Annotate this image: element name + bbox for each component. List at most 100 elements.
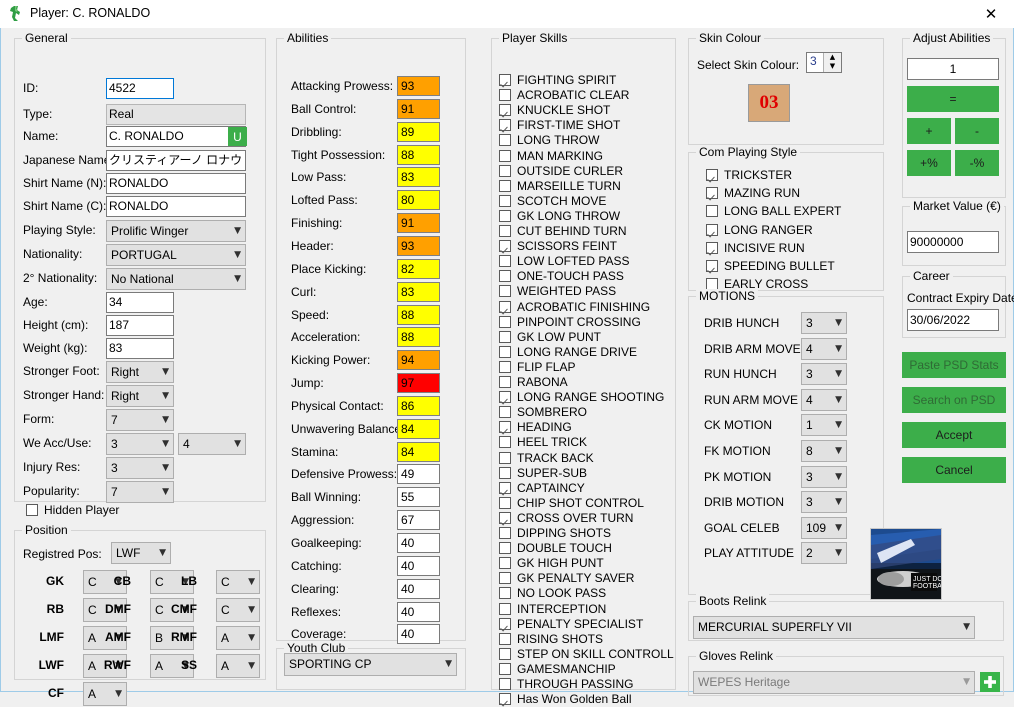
player-skill-22[interactable]: SOMBRERO xyxy=(499,404,587,420)
player-skill-10[interactable]: CUT BEHIND TURN xyxy=(499,223,627,239)
ability-value-22[interactable]: 40 xyxy=(397,579,440,599)
ability-value-12[interactable]: 94 xyxy=(397,350,440,370)
general-combo-15[interactable]: 3▼ xyxy=(106,433,174,455)
paste-psd-stats-button[interactable]: Paste PSD Stats xyxy=(902,352,1006,378)
com-style-2[interactable]: LONG BALL EXPERT xyxy=(706,203,841,219)
position-combo-SS[interactable]: A▼ xyxy=(216,654,260,678)
ability-value-14[interactable]: 86 xyxy=(397,396,440,416)
player-skill-14[interactable]: WEIGHTED PASS xyxy=(499,283,616,299)
general-combo-12[interactable]: Right▼ xyxy=(106,361,174,383)
player-skill-31[interactable]: DOUBLE TOUCH xyxy=(499,540,612,556)
close-icon[interactable]: ✕ xyxy=(968,0,1014,28)
position-combo-CF[interactable]: A▼ xyxy=(83,682,127,706)
gloves-relink-combo[interactable]: WEPES Heritage ▼ xyxy=(693,671,975,694)
player-skill-15[interactable]: ACROBATIC FINISHING xyxy=(499,299,650,315)
player-skill-8[interactable]: SCOTCH MOVE xyxy=(499,193,606,209)
player-skill-34[interactable]: NO LOOK PASS xyxy=(499,585,606,601)
ability-value-20[interactable]: 40 xyxy=(397,533,440,553)
spinner-down-icon[interactable]: ▼ xyxy=(824,62,841,71)
increase-percent-button[interactable]: +% xyxy=(907,150,951,176)
player-skill-16[interactable]: PINPOINT CROSSING xyxy=(499,314,641,330)
com-style-3[interactable]: LONG RANGER xyxy=(706,222,813,238)
spinner-buttons[interactable]: ▲ ▼ xyxy=(823,53,841,72)
ability-value-1[interactable]: 91 xyxy=(397,99,440,119)
com-style-4[interactable]: INCISIVE RUN xyxy=(706,240,805,256)
general-input-10[interactable]: 187 xyxy=(106,315,174,336)
general-combo-8[interactable]: No National▼ xyxy=(106,268,246,290)
general-input-11[interactable]: 83 xyxy=(106,338,174,359)
player-skill-35[interactable]: INTERCEPTION xyxy=(499,601,606,617)
general-combo-13[interactable]: Right▼ xyxy=(106,385,174,407)
ability-value-15[interactable]: 84 xyxy=(397,419,440,439)
general-input-1[interactable]: Real xyxy=(106,104,246,125)
player-skill-33[interactable]: GK PENALTY SAVER xyxy=(499,570,634,586)
search-on-psd-button[interactable]: Search on PSD xyxy=(902,387,1006,413)
player-skill-2[interactable]: KNUCKLE SHOT xyxy=(499,102,610,118)
skin-colour-spinner[interactable]: 3 ▲ ▼ xyxy=(806,52,842,73)
general-combo-14[interactable]: 7▼ xyxy=(106,409,174,431)
ability-value-4[interactable]: 83 xyxy=(397,167,440,187)
boots-relink-combo[interactable]: MERCURIAL SUPERFLY VII ▼ xyxy=(693,616,975,639)
ability-value-17[interactable]: 49 xyxy=(397,464,440,484)
ability-value-3[interactable]: 88 xyxy=(397,145,440,165)
add-glove-button[interactable] xyxy=(980,672,1000,692)
player-skill-38[interactable]: STEP ON SKILL CONTROLL xyxy=(499,646,674,662)
contract-expiry-input[interactable]: 30/06/2022 xyxy=(907,309,999,331)
ability-value-6[interactable]: 91 xyxy=(397,213,440,233)
player-skill-29[interactable]: CROSS OVER TURN xyxy=(499,510,633,526)
player-skill-25[interactable]: TRACK BACK xyxy=(499,450,594,466)
ability-value-2[interactable]: 89 xyxy=(397,122,440,142)
spinner-up-icon[interactable]: ▲ xyxy=(824,53,841,62)
motion-combo-4[interactable]: 1▼ xyxy=(801,414,847,436)
general-input-4[interactable]: RONALDO xyxy=(106,173,246,194)
player-skill-23[interactable]: HEADING xyxy=(499,419,572,435)
player-skill-20[interactable]: RABONA xyxy=(499,374,568,390)
position-combo-LB[interactable]: C▼ xyxy=(216,570,260,594)
market-value-input[interactable]: 90000000 xyxy=(907,231,999,253)
ability-value-23[interactable]: 40 xyxy=(397,602,440,622)
motion-combo-9[interactable]: 2▼ xyxy=(801,542,847,564)
general-combo-15-b[interactable]: 4▼ xyxy=(178,433,246,455)
general-combo-7[interactable]: PORTUGAL▼ xyxy=(106,244,246,266)
general-input-3[interactable]: クリスティアーノ ロナウド xyxy=(106,150,246,171)
com-style-5[interactable]: SPEEDING BULLET xyxy=(706,258,835,274)
motion-combo-6[interactable]: 3▼ xyxy=(801,466,847,488)
adjust-amount-input[interactable]: 1 xyxy=(907,58,999,80)
player-skill-24[interactable]: HEEL TRICK xyxy=(499,434,587,450)
position-combo-RMF[interactable]: A▼ xyxy=(216,626,260,650)
player-skill-1[interactable]: ACROBATIC CLEAR xyxy=(499,87,629,103)
player-skill-7[interactable]: MARSEILLE TURN xyxy=(499,178,621,194)
player-skill-4[interactable]: LONG THROW xyxy=(499,132,599,148)
general-input-2[interactable]: C. RONALDO xyxy=(106,126,246,147)
com-style-0[interactable]: TRICKSTER xyxy=(706,167,792,183)
player-skill-40[interactable]: THROUGH PASSING xyxy=(499,676,633,692)
player-skill-0[interactable]: FIGHTING SPIRIT xyxy=(499,72,616,88)
player-skill-3[interactable]: FIRST-TIME SHOT xyxy=(499,117,620,133)
decrease-button[interactable]: - xyxy=(955,118,999,144)
youth-club-combo[interactable]: SPORTING CP ▼ xyxy=(284,653,457,676)
position-combo-CMF[interactable]: C▼ xyxy=(216,598,260,622)
player-skill-36[interactable]: PENALTY SPECIALIST xyxy=(499,616,643,632)
motion-combo-5[interactable]: 8▼ xyxy=(801,440,847,462)
ability-value-11[interactable]: 88 xyxy=(397,327,440,347)
cancel-button[interactable]: Cancel xyxy=(902,457,1006,483)
motion-combo-2[interactable]: 3▼ xyxy=(801,363,847,385)
ability-value-0[interactable]: 93 xyxy=(397,76,440,96)
motion-combo-8[interactable]: 109▼ xyxy=(801,517,847,539)
motion-combo-3[interactable]: 4▼ xyxy=(801,389,847,411)
player-skill-18[interactable]: LONG RANGE DRIVE xyxy=(499,344,637,360)
general-input-5[interactable]: RONALDO xyxy=(106,196,246,217)
motion-combo-7[interactable]: 3▼ xyxy=(801,491,847,513)
player-skill-28[interactable]: CHIP SHOT CONTROL xyxy=(499,495,644,511)
player-skill-6[interactable]: OUTSIDE CURLER xyxy=(499,163,623,179)
player-skill-41[interactable]: Has Won Golden Ball xyxy=(499,691,632,707)
ability-value-5[interactable]: 80 xyxy=(397,190,440,210)
ability-value-10[interactable]: 88 xyxy=(397,305,440,325)
player-skill-32[interactable]: GK HIGH PUNT xyxy=(499,555,604,571)
general-combo-16[interactable]: 3▼ xyxy=(106,457,174,479)
set-equal-button[interactable]: = xyxy=(907,86,999,112)
player-skill-39[interactable]: GAMESMANCHIP xyxy=(499,661,616,677)
player-skill-9[interactable]: GK LONG THROW xyxy=(499,208,620,224)
player-skill-21[interactable]: LONG RANGE SHOOTING xyxy=(499,389,664,405)
ability-value-7[interactable]: 93 xyxy=(397,236,440,256)
